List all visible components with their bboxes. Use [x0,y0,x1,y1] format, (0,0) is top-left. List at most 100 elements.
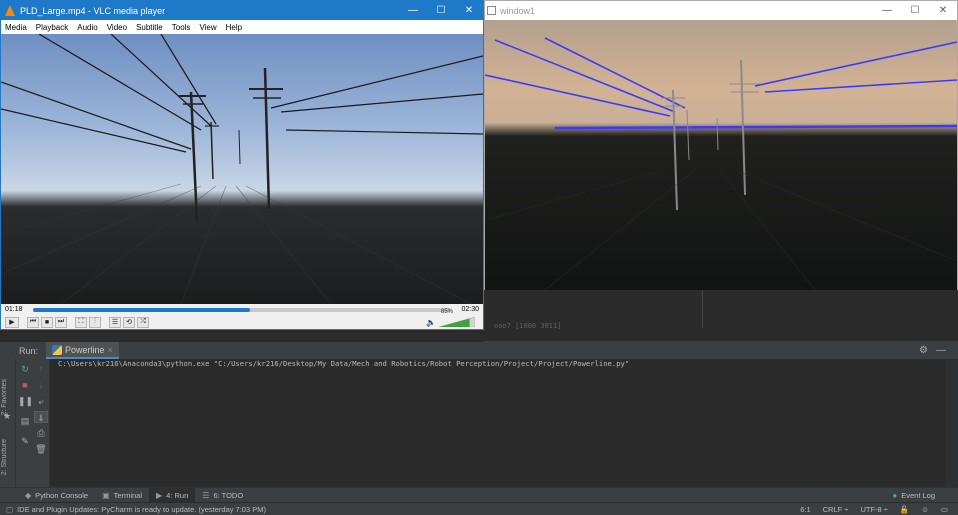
notifications-icon[interactable]: ▭ [941,505,948,514]
detected-lines-image [485,37,957,290]
status-bar: ▢ IDE and Plugin Updates: PyCharm is rea… [0,502,958,515]
rerun-icon[interactable]: ↻ [18,363,32,375]
trash-icon[interactable]: 🗑 [34,443,48,455]
console-scrollbar[interactable] [946,359,958,487]
editor-faint-text: ooo7 [1000 3011] [494,322,562,330]
pin-icon[interactable]: ✎ [18,435,32,447]
event-log-tab[interactable]: ● Event Log [885,488,942,503]
python-console-icon: ◆ [25,490,32,500]
gear-icon[interactable]: ⚙ [919,345,928,356]
vlc-seek-row: 01:18 02:30 [1,304,483,315]
editor-gutter-line [702,290,703,328]
seek-slider-fill [32,307,251,312]
vlc-menu-bar: Media Playback Audio Video Subtitle Tool… [1,20,483,34]
soft-wrap-icon[interactable]: ⤶ [34,395,48,407]
menu-subtitle[interactable]: Subtitle [136,23,163,32]
terminal-label: Terminal [113,490,143,500]
total-time[interactable]: 02:30 [461,306,479,313]
window-icon [487,6,496,15]
status-message[interactable]: IDE and Plugin Updates: PyCharm is ready… [17,505,266,514]
desktop: ooo7 [1000 3011] Run: Powerline × ⚙ — 2:… [0,0,958,515]
maximize-button[interactable]: ☐ [427,1,455,20]
line-separator[interactable]: CRLF ÷ [823,505,849,514]
up-arrow-icon[interactable]: ↑ [34,363,48,375]
video-frame[interactable] [1,34,483,304]
vlc-window-title: PLD_Large.mp4 - VLC media player [20,5,166,16]
volume-percent: 85% [440,309,453,315]
vlc-controls: ▶ ⏮ ■ ⏭ ⛶ ⫶ ☰ ⟲ ⤮ 🔈 85% [1,309,483,329]
terminal-tab[interactable]: ▣ Terminal [95,488,149,503]
run-icon: ▶ [156,490,163,500]
todo-label: 6: TODO [213,490,244,500]
close-tab-icon[interactable]: × [108,345,113,355]
terminal-icon: ▣ [102,490,110,500]
vlc-cone-icon [5,5,15,16]
minimize-button[interactable]: — [399,1,427,20]
run-toolwindow-header: Run: Powerline × ⚙ — [0,342,958,359]
left-tool-stripe: 2: Favorites ★ 2: Structure [0,359,16,487]
console-command-line: C:\Users\kr216\Anaconda3\python.exe "C:/… [58,359,630,368]
file-encoding[interactable]: UTF-8 ÷ [860,505,887,514]
close-button[interactable]: ✕ [455,1,483,20]
menu-view[interactable]: View [199,23,216,32]
minimize-button[interactable]: — [873,1,901,20]
star-icon[interactable]: ★ [3,411,11,422]
volume-control[interactable]: 🔈 85% [426,309,475,327]
python-icon [52,344,63,355]
menu-audio[interactable]: Audio [77,23,97,32]
structure-tab[interactable]: 2: Structure [1,439,8,475]
seek-slider[interactable] [32,307,452,312]
scroll-to-end-icon[interactable]: ⇓ [34,411,48,423]
minimize-icon[interactable]: — [936,345,946,356]
run-toolbar: ↻ ↑ ■ ↓ ❚❚ ⤶ ▤ ⇓ ✎ ⎙ 🗑 [16,359,50,487]
run-tool-tab[interactable]: ▶ 4: Run [149,487,196,503]
event-log-icon: ● [892,490,898,500]
todo-icon: ☰ [202,490,210,500]
volume-slider[interactable]: 85% [439,309,475,327]
elapsed-time[interactable]: 01:18 [5,306,23,313]
maximize-button[interactable]: ☐ [901,1,929,20]
menu-help[interactable]: Help [226,23,242,32]
fullscreen-button[interactable]: ⛶ [75,316,87,328]
down-arrow-icon[interactable]: ↓ [34,379,48,391]
pause-icon[interactable]: ❚❚ [18,395,33,407]
menu-playback[interactable]: Playback [36,23,68,32]
caret-position[interactable]: 6:1 [800,505,810,514]
stop-icon[interactable]: ■ [18,379,32,391]
menu-media[interactable]: Media [5,23,27,32]
run-tab-powerline[interactable]: Powerline × [46,342,119,359]
previous-button[interactable]: ⏮ [27,316,39,328]
run-tool-label: 4: Run [166,490,189,500]
window1: window1 — ☐ ✕ [484,0,958,290]
play-button[interactable]: ▶ [5,316,19,328]
powerline-video-image [1,34,483,304]
python-console-label: Python Console [35,490,89,500]
print-icon[interactable]: ⎙ [34,427,48,439]
status-info-icon[interactable]: ▢ [6,505,13,514]
event-log-label: Event Log [901,490,935,500]
run-console[interactable]: C:\Users\kr216\Anaconda3\python.exe "C:/… [50,359,946,487]
vlc-window: PLD_Large.mp4 - VLC media player — ☐ ✕ M… [0,0,484,330]
python-console-tab[interactable]: ◆ Python Console [18,488,95,503]
window1-title: window1 [500,5,536,16]
todo-tab[interactable]: ☰ 6: TODO [195,488,250,503]
close-button[interactable]: ✕ [929,1,957,20]
speaker-icon[interactable]: 🔈 [426,318,436,327]
layout-icon[interactable]: ▤ [18,415,32,427]
run-label: Run: [19,345,39,356]
inspector-icon[interactable]: ☺ [921,505,929,514]
menu-video[interactable]: Video [107,23,127,32]
window1-title-bar[interactable]: window1 — ☐ ✕ [485,1,957,20]
shuffle-button[interactable]: ⤮ [137,316,149,328]
extended-settings-button[interactable]: ⫶ [89,316,101,328]
editor-area[interactable]: ooo7 [1000 3011] [484,290,958,342]
vlc-title-bar[interactable]: PLD_Large.mp4 - VLC media player — ☐ ✕ [1,1,483,20]
loop-button[interactable]: ⟲ [123,316,135,328]
line-detection-frame[interactable] [485,20,957,290]
next-button[interactable]: ⏭ [55,316,67,328]
menu-tools[interactable]: Tools [172,23,191,32]
lock-icon[interactable]: 🔓 [900,505,909,514]
run-tab-label: Powerline [65,344,105,355]
playlist-button[interactable]: ☰ [109,316,121,328]
stop-button[interactable]: ■ [41,316,53,328]
